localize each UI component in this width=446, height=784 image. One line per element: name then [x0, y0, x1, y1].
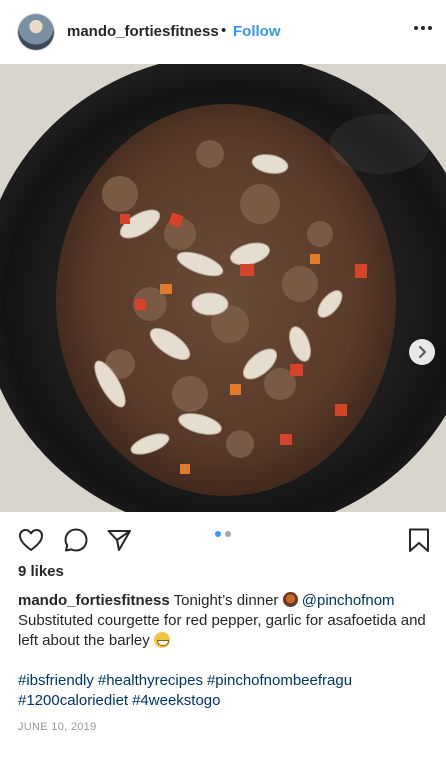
post-actions [0, 512, 446, 564]
hashtag-link[interactable]: #healthyrecipes [98, 672, 203, 689]
more-options-icon[interactable] [408, 18, 438, 38]
hashtag-link[interactable]: #ibsfriendly [18, 672, 94, 689]
heart-icon[interactable] [17, 526, 45, 554]
avatar[interactable] [18, 14, 54, 50]
bowl-emoji-icon [282, 592, 298, 607]
chevron-right-icon [419, 346, 426, 358]
post-caption: mando_fortiesfitness Tonight’s dinner @p… [18, 591, 433, 651]
post-author-username[interactable]: mando_fortiesfitness [67, 23, 219, 40]
header-separator: • [221, 22, 227, 39]
caption-mention[interactable]: @pinchofnom [302, 592, 395, 609]
hashtag-link[interactable]: #pinchofnombeefragu [207, 672, 352, 689]
comment-icon[interactable] [62, 526, 90, 554]
slow-cooker-stew-image [0, 64, 446, 512]
post-date[interactable]: JUNE 10, 2019 [18, 721, 97, 733]
post-photo[interactable] [0, 64, 446, 512]
hashtag-link[interactable]: #1200caloriediet [18, 692, 128, 709]
carousel-dot-active [215, 531, 221, 537]
hashtags: #ibsfriendly #healthyrecipes #pinchofnombe… [18, 671, 433, 711]
carousel-indicator [215, 531, 231, 537]
carousel-dot [225, 531, 231, 537]
follow-button[interactable]: Follow [233, 23, 281, 40]
caption-text: Tonight’s dinner [173, 592, 279, 609]
next-photo-button[interactable] [409, 339, 435, 365]
grinning-emoji-icon [153, 632, 170, 648]
share-icon[interactable] [105, 526, 133, 554]
caption-username[interactable]: mando_fortiesfitness [18, 592, 170, 609]
caption-text-line2: Substituted courgette for red pepper, ga… [18, 612, 426, 649]
post-header: mando_fortiesfitness • Follow [0, 0, 446, 64]
like-count[interactable]: 9 likes [18, 563, 64, 580]
hashtag-link[interactable]: #4weekstogo [132, 692, 220, 709]
bookmark-icon[interactable] [405, 526, 433, 554]
